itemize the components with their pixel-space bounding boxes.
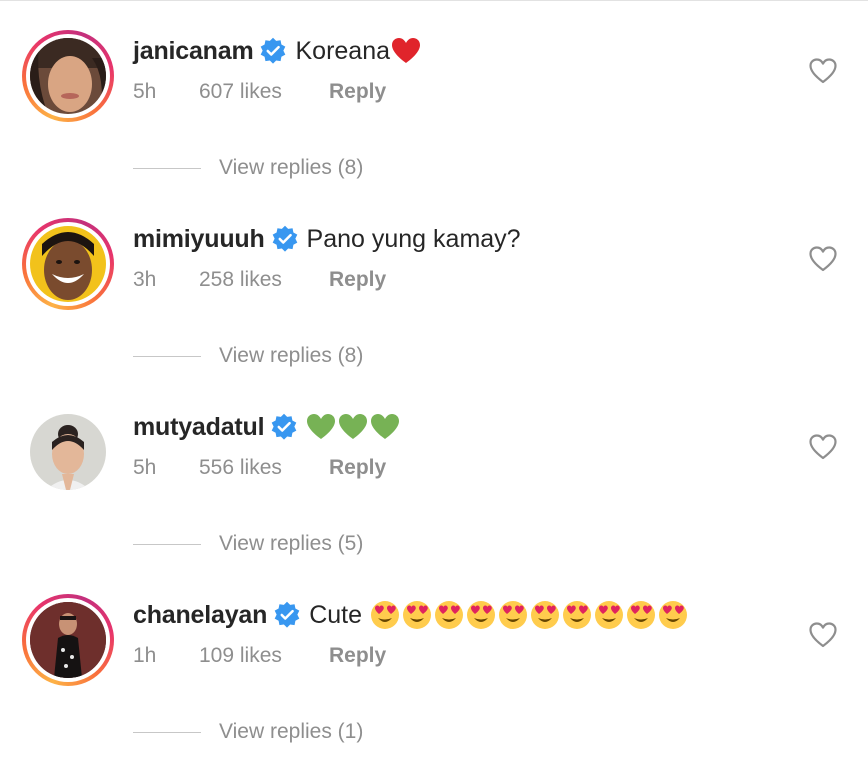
view-replies-button[interactable]: View replies (5)	[133, 530, 363, 558]
heart-outline-icon[interactable]	[809, 246, 837, 272]
heart-eyes-emoji-icon	[595, 601, 623, 629]
comment-text: Koreana	[295, 36, 391, 65]
story-ring[interactable]	[22, 30, 114, 122]
verified-badge-icon	[270, 413, 298, 441]
heart-eyes-emoji-icon	[531, 601, 559, 629]
replies-divider	[133, 167, 201, 169]
heart-eyes-emoji-icon	[627, 601, 655, 629]
view-replies-button[interactable]: View replies (1)	[133, 718, 363, 746]
verified-badge-icon	[259, 37, 287, 65]
verified-badge-icon	[271, 225, 299, 253]
view-replies-button[interactable]: View replies (8)	[133, 154, 363, 182]
reply-button[interactable]: Reply	[329, 268, 386, 292]
heart-outline-icon[interactable]	[809, 58, 837, 84]
heart-eyes-emoji-icon	[563, 601, 591, 629]
heart-eyes-emoji-icon	[659, 601, 687, 629]
comment-text: Pano yung kamay?	[306, 224, 521, 253]
view-replies-label: View replies (1)	[219, 720, 364, 743]
heart-eyes-emoji-icon	[499, 601, 527, 629]
reply-button[interactable]: Reply	[329, 80, 386, 104]
likes-count[interactable]: 258 likes	[199, 268, 329, 292]
likes-count[interactable]: 556 likes	[199, 456, 329, 480]
green-heart-emoji-icon	[371, 414, 400, 439]
view-replies-button[interactable]: View replies (8)	[133, 342, 363, 370]
comment-item: chanelayan Cute 1h 109 likes Reply View …	[0, 564, 868, 752]
comment-item: mimiyuuuh Pano yung kamay? 3h 258 likes …	[0, 188, 868, 376]
comment-text: Cute	[309, 600, 362, 629]
replies-divider	[133, 355, 201, 357]
likes-count[interactable]: 109 likes	[199, 644, 329, 668]
view-replies-label: View replies (8)	[219, 344, 364, 367]
green-heart-emoji-icon	[307, 414, 336, 439]
comment-time: 5h	[133, 80, 157, 103]
heart-eyes-emoji-icon	[467, 601, 495, 629]
replies-divider	[133, 731, 201, 733]
verified-badge-icon	[273, 601, 301, 629]
red-heart-emoji-icon	[392, 38, 421, 63]
heart-outline-icon[interactable]	[809, 622, 837, 648]
avatar	[30, 414, 106, 490]
comment-time: 5h	[133, 456, 157, 479]
avatar	[30, 602, 106, 678]
reply-button[interactable]: Reply	[329, 644, 386, 668]
replies-divider	[133, 543, 201, 545]
avatar-frame[interactable]	[22, 406, 114, 498]
story-ring[interactable]	[22, 218, 114, 310]
username[interactable]: mutyadatul	[133, 413, 265, 442]
heart-eyes-emoji-row	[370, 600, 688, 630]
comment-item: janicanam Koreana 5h 607 likes Reply Vie…	[0, 0, 868, 188]
view-replies-label: View replies (5)	[219, 532, 364, 555]
heart-eyes-emoji-icon	[403, 601, 431, 629]
heart-outline-icon[interactable]	[809, 434, 837, 460]
username[interactable]: janicanam	[133, 37, 254, 66]
username[interactable]: mimiyuuuh	[133, 225, 265, 254]
username[interactable]: chanelayan	[133, 601, 267, 630]
heart-eyes-emoji-icon	[371, 601, 399, 629]
comment-item: mutyadatul 5h 556 likes Reply View repli…	[0, 376, 868, 564]
reply-button[interactable]: Reply	[329, 456, 386, 480]
comment-time: 1h	[133, 644, 157, 667]
likes-count[interactable]: 607 likes	[199, 80, 329, 104]
story-ring[interactable]	[22, 594, 114, 686]
heart-eyes-emoji-icon	[435, 601, 463, 629]
view-replies-label: View replies (8)	[219, 156, 364, 179]
avatar	[30, 38, 106, 114]
green-heart-emoji-icon	[339, 414, 368, 439]
comment-time: 3h	[133, 268, 157, 291]
avatar	[30, 226, 106, 302]
